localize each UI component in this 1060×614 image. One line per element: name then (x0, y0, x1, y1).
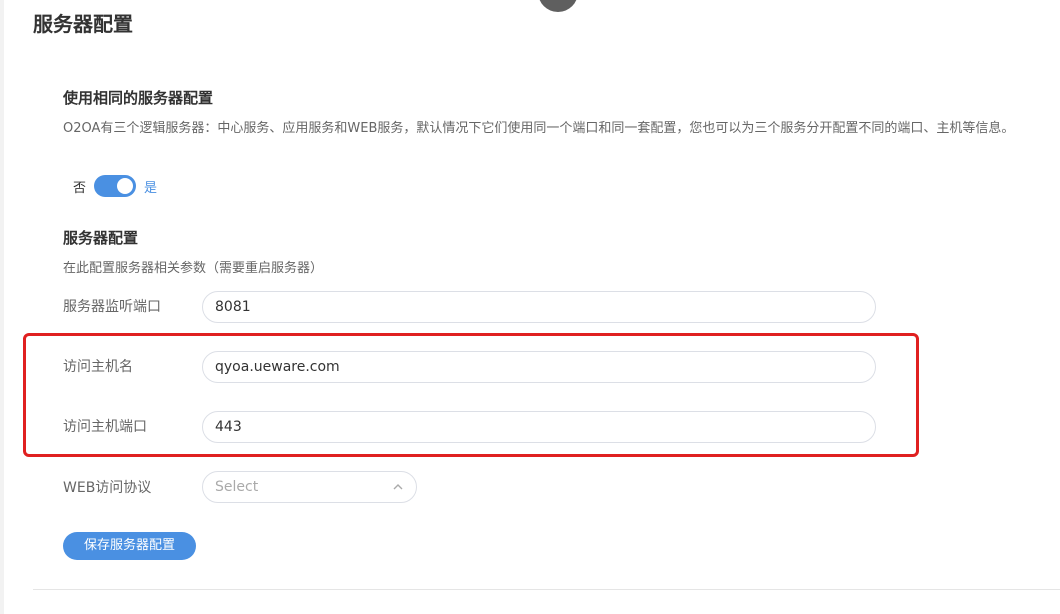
host-port-label: 访问主机端口 (63, 419, 147, 435)
web-protocol-placeholder: Select (215, 479, 259, 495)
host-name-label: 访问主机名 (63, 359, 133, 375)
divider (33, 589, 1060, 590)
toggle-off-label: 否 (73, 180, 87, 196)
same-config-description: O2OA有三个逻辑服务器：中心服务、应用服务和WEB服务，默认情况下它们使用同一… (63, 121, 1015, 136)
host-port-input[interactable]: 443 (202, 411, 876, 443)
chevron-up-icon (393, 484, 403, 490)
listen-port-input[interactable]: 8081 (202, 291, 876, 323)
switch-knob (117, 178, 134, 194)
host-name-input[interactable]: qyoa.ueware.com (202, 351, 876, 383)
same-config-switch[interactable] (94, 175, 137, 197)
listen-port-label: 服务器监听端口 (63, 299, 161, 315)
web-protocol-select[interactable]: Select (202, 471, 417, 503)
drag-handle[interactable] (538, 0, 578, 12)
server-config-heading: 服务器配置 (63, 229, 139, 247)
left-edge (0, 0, 4, 614)
server-config-description: 在此配置服务器相关参数（需要重启服务器） (63, 261, 324, 276)
same-config-toggle-row: 否 是 (73, 174, 157, 198)
page-title: 服务器配置 (33, 12, 133, 36)
web-protocol-label: WEB访问协议 (63, 480, 152, 496)
same-config-heading: 使用相同的服务器配置 (63, 89, 214, 107)
toggle-on-label: 是 (144, 180, 158, 196)
save-server-config-button[interactable]: 保存服务器配置 (63, 532, 196, 560)
